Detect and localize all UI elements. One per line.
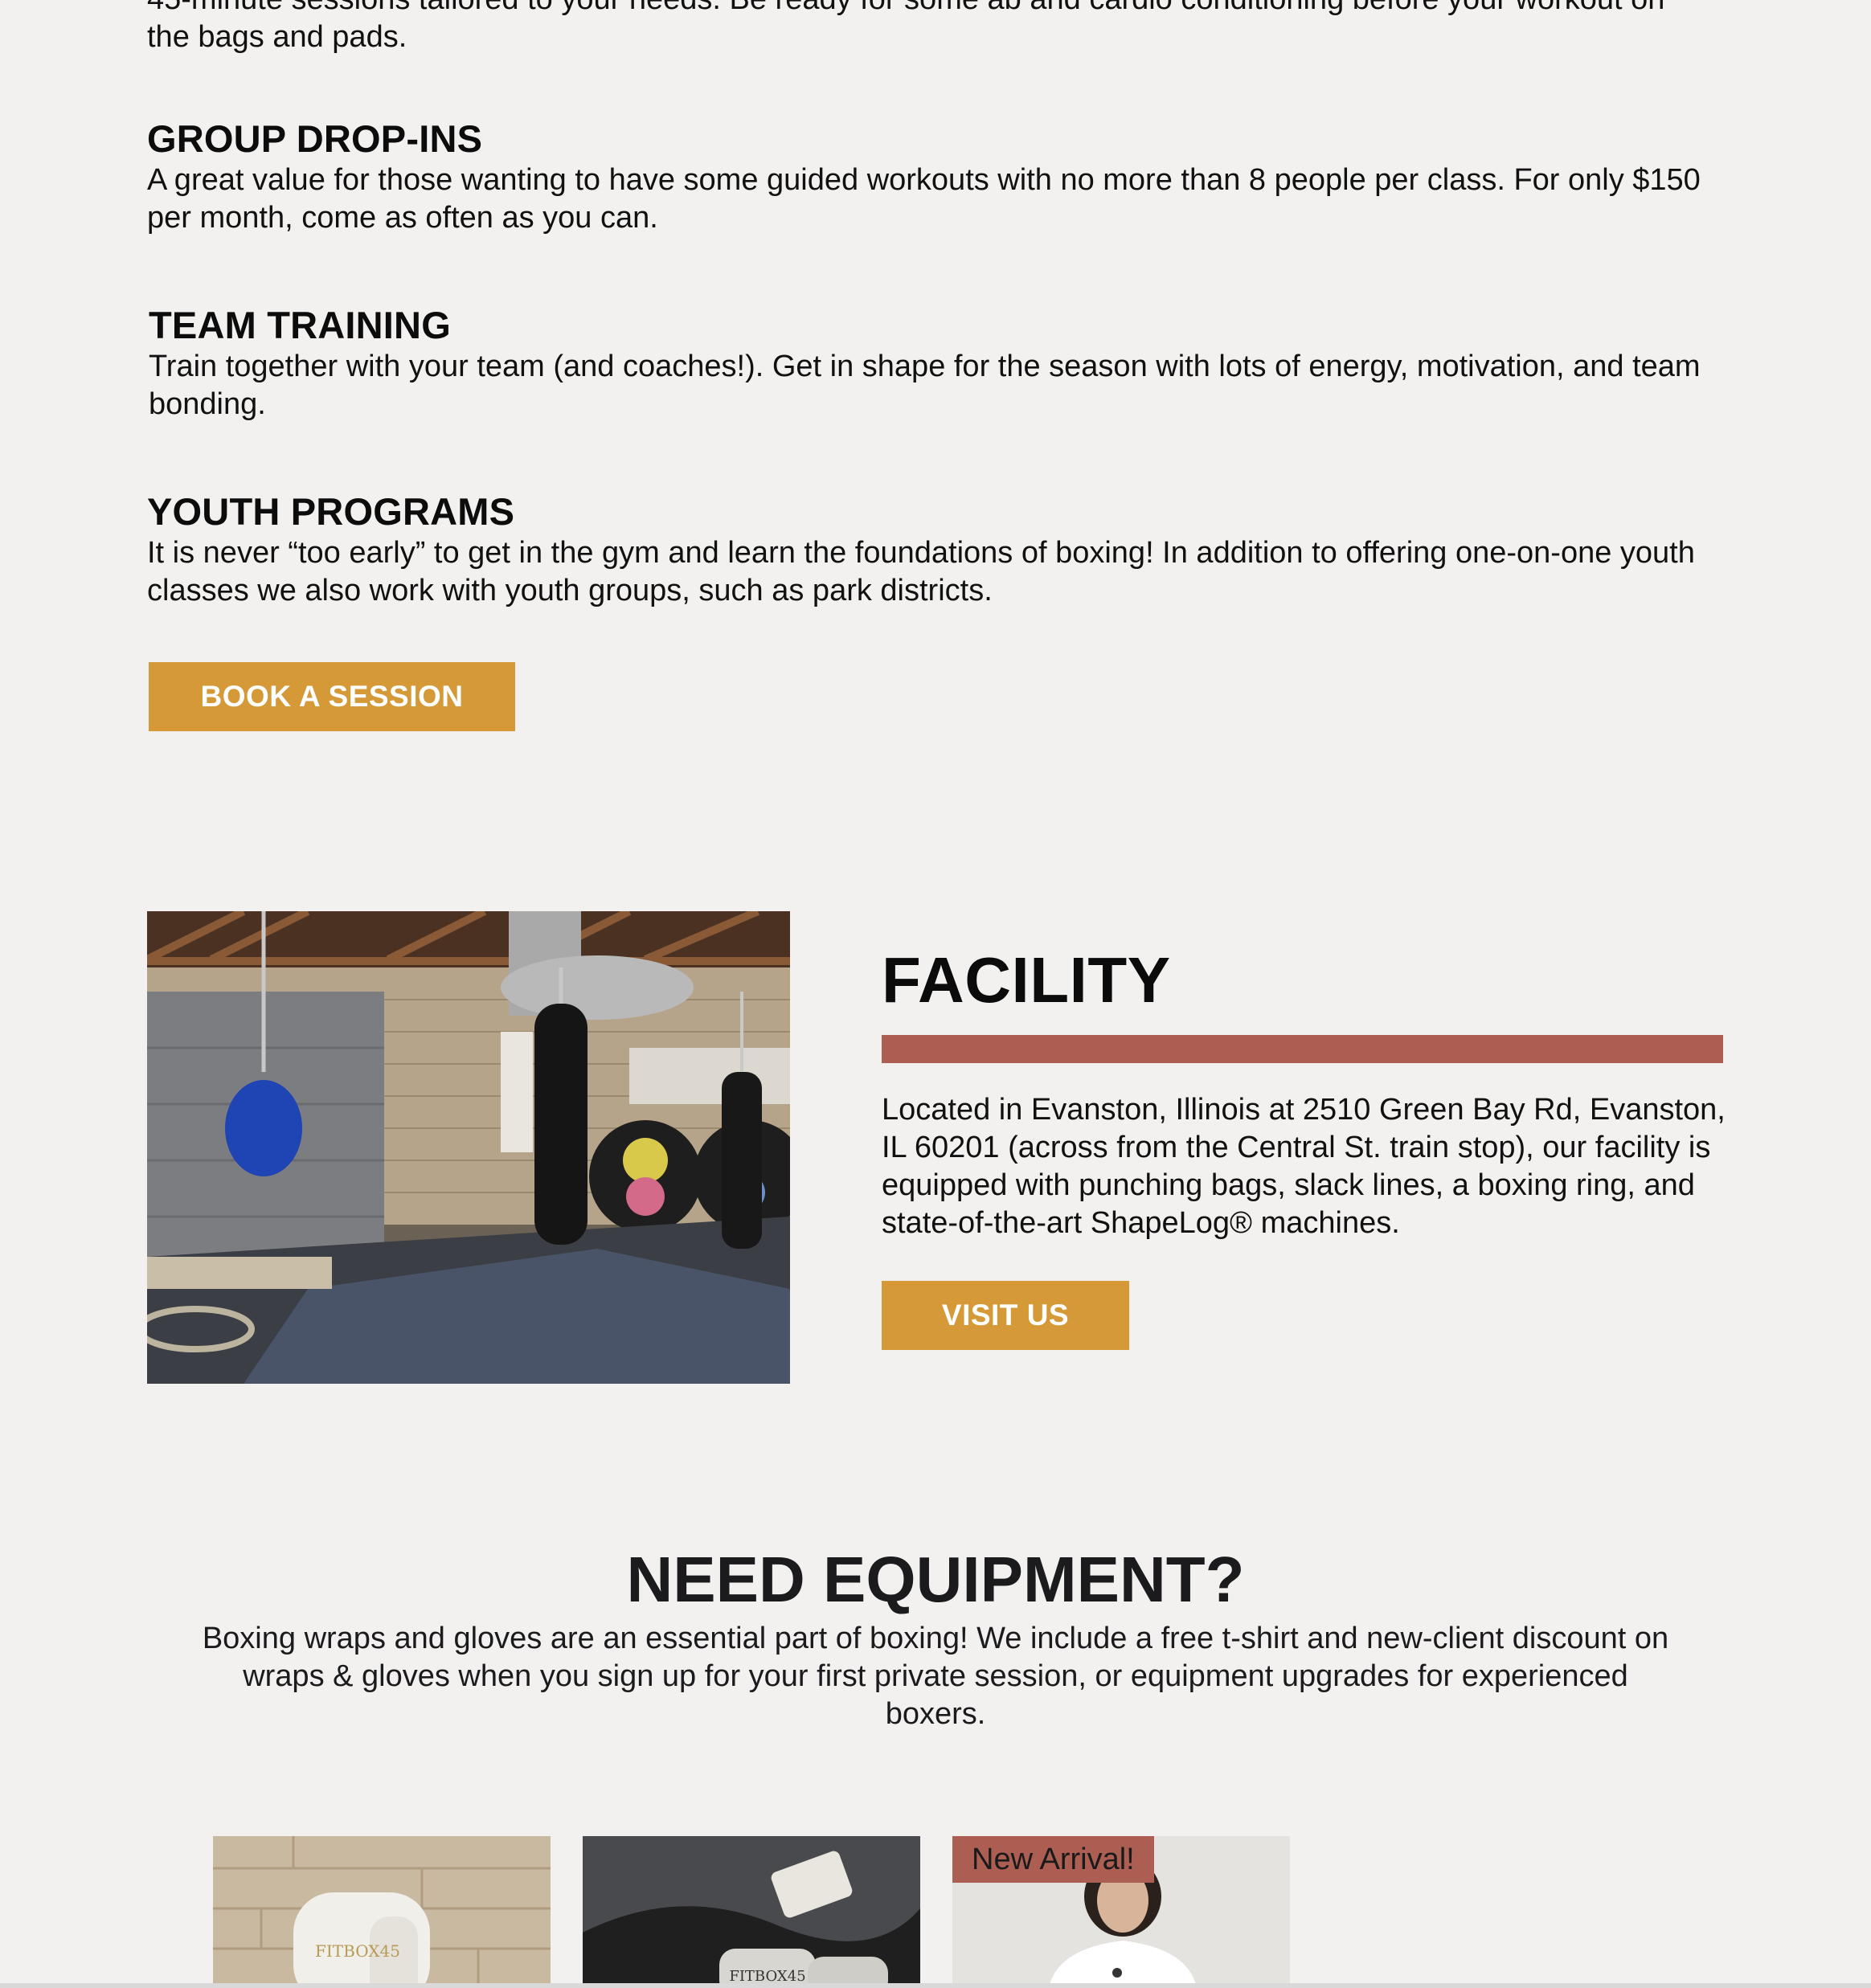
gym-interior-illustration bbox=[147, 911, 790, 1384]
program-description: Train together with your team (and coach… bbox=[149, 350, 1701, 421]
visit-us-button[interactable]: VISIT US bbox=[882, 1281, 1129, 1350]
facility-accent-bar bbox=[882, 1035, 1723, 1063]
bottom-divider bbox=[0, 1983, 1871, 1988]
program-title: GROUP DROP-INS bbox=[147, 117, 483, 160]
book-session-button[interactable]: BOOK A SESSION bbox=[149, 662, 515, 731]
gloves-image: FITBOX45 bbox=[213, 1836, 551, 1988]
program-group-drop-ins: GROUP DROP-INS A great value for those w… bbox=[147, 117, 1714, 237]
personal-training-description: 45-minute sessions tailored to your need… bbox=[147, 0, 1664, 54]
new-arrival-badge: New Arrival! bbox=[952, 1836, 1154, 1883]
program-team-training: TEAM TRAINING Train together with your t… bbox=[149, 303, 1716, 423]
program-description: It is never “too early” to get in the gy… bbox=[147, 536, 1695, 607]
product-hand-wraps[interactable]: FITBOX45 bbox=[583, 1836, 920, 1988]
facility-photo bbox=[147, 911, 790, 1384]
facility-description: Located in Evanston, Illinois at 2510 Gr… bbox=[882, 1093, 1726, 1240]
product-boxing-gloves[interactable]: FITBOX45 bbox=[213, 1836, 551, 1988]
wraps-image: FITBOX45 bbox=[583, 1836, 920, 1988]
equipment-title: NEED EQUIPMENT? bbox=[626, 1544, 1245, 1615]
program-description: A great value for those wanting to have … bbox=[147, 163, 1701, 235]
facility-title: FACILITY bbox=[882, 944, 1171, 1016]
program-title: TEAM TRAINING bbox=[149, 304, 451, 346]
logo-text: FITBOX45 bbox=[315, 1941, 400, 1961]
program-title: YOUTH PROGRAMS bbox=[147, 490, 515, 533]
equipment-description: Boxing wraps and gloves are an essential… bbox=[202, 1622, 1669, 1731]
program-youth-programs: YOUTH PROGRAMS It is never “too early” t… bbox=[147, 489, 1714, 610]
product-t-shirt[interactable]: New Arrival! bbox=[952, 1836, 1290, 1988]
logo-text: FITBOX45 bbox=[729, 1968, 805, 1985]
